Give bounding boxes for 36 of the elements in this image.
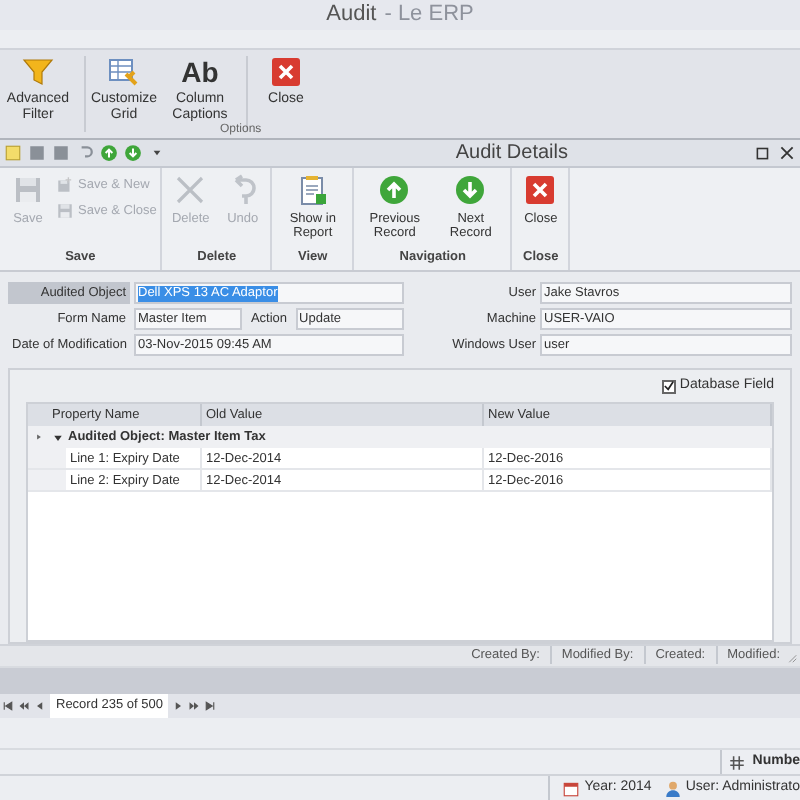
last-record-button[interactable] — [204, 700, 217, 712]
first-record-button[interactable] — [2, 700, 14, 712]
previous-record-button[interactable] — [34, 700, 46, 712]
funnel-icon — [22, 56, 54, 88]
close-icon — [524, 174, 557, 206]
next-record-button[interactable] — [172, 700, 185, 712]
maximize-icon — [754, 144, 772, 162]
redo-icon — [76, 144, 94, 162]
checkbox[interactable] — [661, 379, 676, 393]
triangle-icon — [34, 700, 46, 712]
window-title: Audit — [326, 0, 377, 31]
next-page-button[interactable] — [188, 700, 201, 712]
double-triangle-icon — [2, 700, 14, 712]
cross-icon — [174, 174, 207, 206]
floppy-disk-plus-icon — [56, 176, 74, 195]
clipboard-icon — [296, 174, 329, 206]
note-icon — [4, 144, 22, 162]
double-triangle-icon — [18, 700, 30, 712]
close-icon — [270, 56, 302, 88]
window-subtitle: - Le ERP — [384, 0, 474, 31]
down-arrow-icon — [124, 144, 142, 162]
grid-icon — [108, 56, 140, 88]
triangle-icon — [52, 431, 64, 443]
resize-grip-icon — [784, 649, 798, 664]
triangle-icon — [172, 700, 185, 712]
user-icon — [663, 779, 682, 797]
text-icon: Ab — [181, 56, 219, 88]
close-icon — [778, 144, 796, 162]
hash-icon — [728, 753, 747, 771]
previous-page-button[interactable] — [18, 700, 30, 712]
calendar-icon — [562, 779, 581, 797]
up-arrow-icon — [100, 144, 118, 162]
double-triangle-icon — [204, 700, 217, 712]
double-triangle-icon — [188, 700, 201, 712]
row-indicator-icon — [33, 432, 43, 442]
dialog-title: Audit Details — [455, 140, 568, 168]
